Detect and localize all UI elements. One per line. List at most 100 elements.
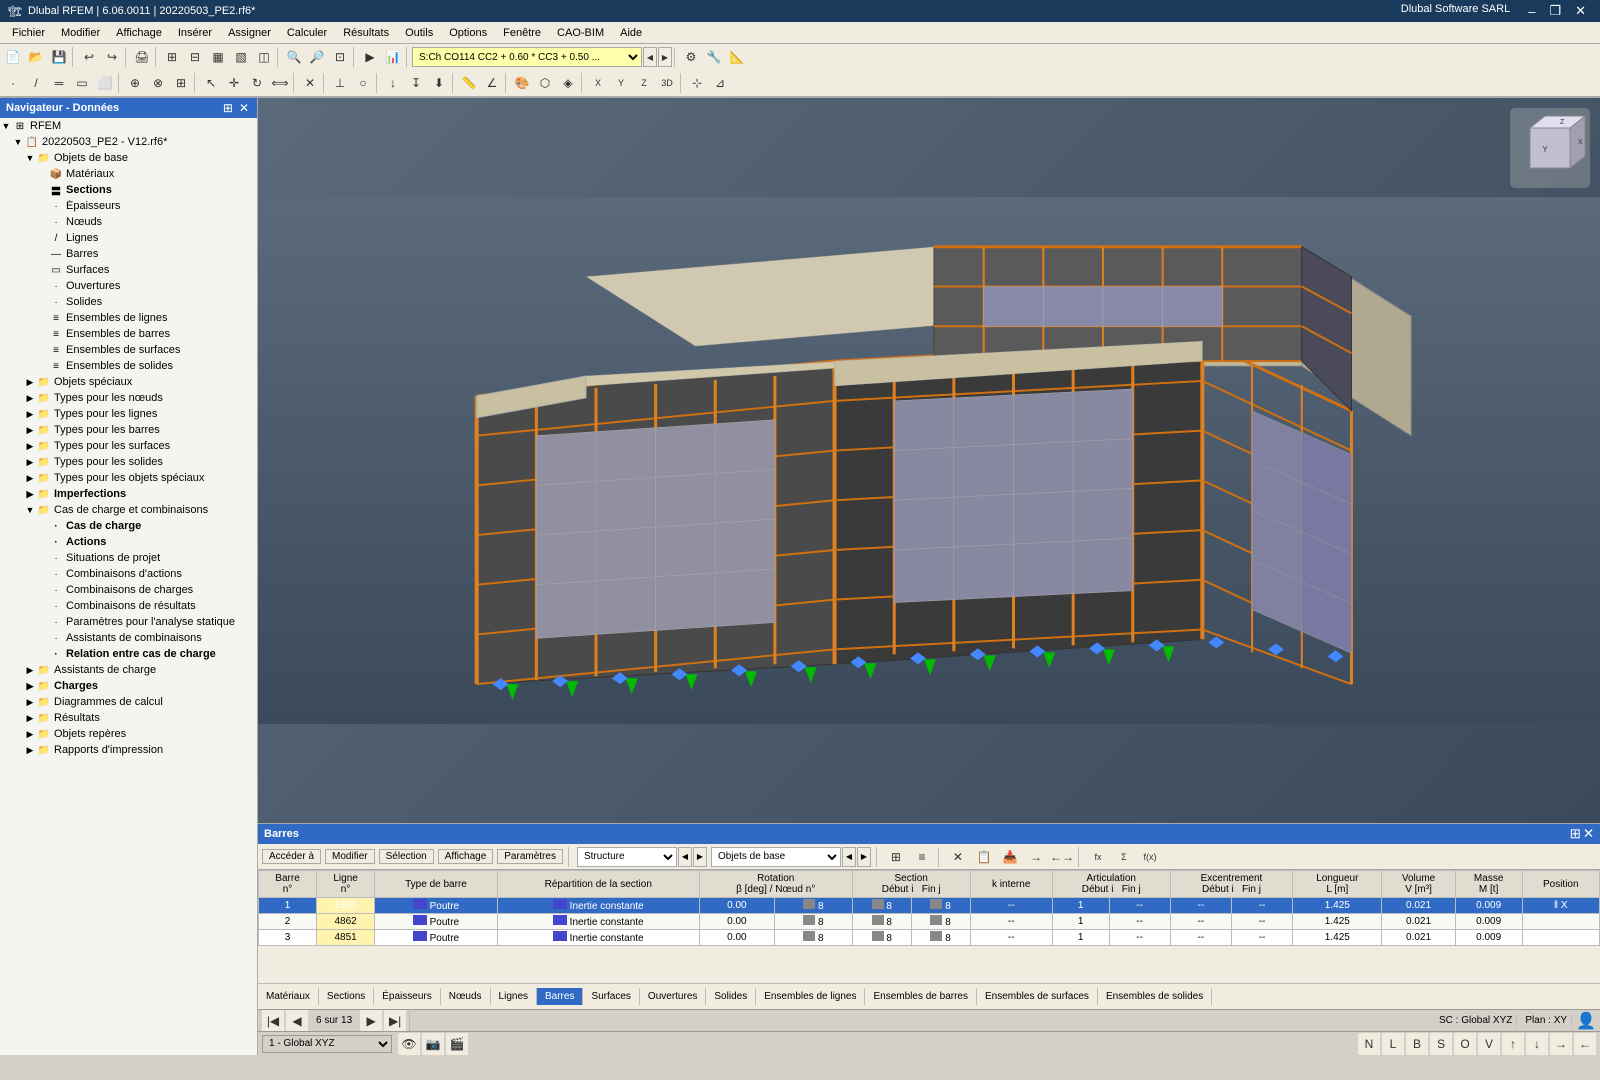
- menu-item-insérer[interactable]: Insérer: [170, 25, 220, 41]
- bot-icon8[interactable]: ↓: [1526, 1033, 1548, 1055]
- redo-btn[interactable]: ↪: [101, 46, 123, 68]
- zoom-fit[interactable]: ⊡: [329, 46, 351, 68]
- nav-item-situations-projet[interactable]: · Situations de projet: [0, 550, 257, 566]
- view-3d[interactable]: 3D: [656, 72, 678, 94]
- table-tool1[interactable]: ✕: [947, 846, 969, 868]
- bottom-tab-épaisseurs[interactable]: Épaisseurs: [374, 988, 440, 1005]
- tool2[interactable]: 🔧: [703, 46, 725, 68]
- nav-item-objets-base[interactable]: ▼ 📁 Objets de base: [0, 150, 257, 166]
- nav-item-imperfections[interactable]: ▶ 📁 Imperfections: [0, 486, 257, 502]
- load-bar-btn[interactable]: ↧: [405, 72, 427, 94]
- nav-item-types-lignes[interactable]: ▶ 📁 Types pour les lignes: [0, 406, 257, 422]
- nav-arrow-types-noeuds[interactable]: ▶: [24, 393, 36, 404]
- nav-item-types-barres[interactable]: ▶ 📁 Types pour les barres: [0, 422, 257, 438]
- nav-arrow-types-solides[interactable]: ▶: [24, 457, 36, 468]
- baseobj-prev[interactable]: ◀: [842, 847, 856, 867]
- bot-icon6[interactable]: V: [1478, 1033, 1500, 1055]
- nav-item-file[interactable]: ▼ 📋 20220503_PE2 - V12.rf6*: [0, 134, 257, 150]
- nav-item-types-speciaux[interactable]: ▶ 📁 Types pour les objets spéciaux: [0, 470, 257, 486]
- bottom-tab-lignes[interactable]: Lignes: [491, 988, 537, 1005]
- bot-icon3[interactable]: B: [1406, 1033, 1428, 1055]
- nav-arrow-imperfections[interactable]: ▶: [24, 489, 36, 500]
- struct-next[interactable]: ▶: [693, 847, 707, 867]
- nav-arrow-types-barres[interactable]: ▶: [24, 425, 36, 436]
- view-cube[interactable]: Y X Z: [1510, 108, 1590, 188]
- nav-arrow-types-speciaux[interactable]: ▶: [24, 473, 36, 484]
- menu-item-options[interactable]: Options: [441, 25, 495, 41]
- nav-item-cas-charge[interactable]: · Cas de charge: [0, 518, 257, 534]
- nav-item-ensembles-solides[interactable]: ≡ Ensembles de solides: [0, 358, 257, 374]
- next-page-btn2[interactable]: ▶|: [384, 1010, 406, 1032]
- prev-page-btn2[interactable]: ◀: [286, 1010, 308, 1032]
- nav-item-combi-resultats[interactable]: · Combinaisons de résultats: [0, 598, 257, 614]
- nav-item-materiaux[interactable]: 📦 Matériaux: [0, 166, 257, 182]
- hinge-btn[interactable]: ○: [352, 72, 374, 94]
- bot-icon4[interactable]: S: [1430, 1033, 1452, 1055]
- nav-item-rfem[interactable]: ▼ ⊞ RFEM: [0, 118, 257, 134]
- table-close-btn[interactable]: ✕: [1583, 826, 1594, 842]
- nav-arrow-rfem[interactable]: ▼: [0, 121, 12, 131]
- menu-item-assigner[interactable]: Assigner: [220, 25, 279, 41]
- transp-btn[interactable]: ◈: [557, 72, 579, 94]
- calc-btn[interactable]: ▶: [359, 46, 381, 68]
- rotate-btn[interactable]: ↻: [246, 72, 268, 94]
- nav-arrow-objets-base[interactable]: ▼: [24, 153, 36, 163]
- new-btn[interactable]: 📄: [2, 46, 24, 68]
- struct-prev[interactable]: ◀: [678, 847, 692, 867]
- line-btn[interactable]: /: [25, 72, 47, 94]
- nav-arrow-resultats[interactable]: ▶: [24, 713, 36, 724]
- tool3[interactable]: 📐: [726, 46, 748, 68]
- nav-float-btn[interactable]: ⊞: [221, 101, 235, 115]
- nav-item-sections[interactable]: 〓 Sections: [0, 182, 257, 198]
- open-btn[interactable]: 📂: [25, 46, 47, 68]
- nav-item-ensembles-barres[interactable]: ≡ Ensembles de barres: [0, 326, 257, 342]
- next-case-btn[interactable]: ▶: [658, 47, 672, 67]
- nav-item-lignes[interactable]: / Lignes: [0, 230, 257, 246]
- bot-icon7[interactable]: ↑: [1502, 1033, 1524, 1055]
- menu-item-résultats[interactable]: Résultats: [335, 25, 397, 41]
- delete-btn[interactable]: ✕: [299, 72, 321, 94]
- nav-item-solides[interactable]: · Solides: [0, 294, 257, 310]
- next-page-btn[interactable]: ▶: [360, 1010, 382, 1032]
- save-btn[interactable]: 💾: [48, 46, 70, 68]
- bar-btn[interactable]: ═: [48, 72, 70, 94]
- nav-arrow-rapports[interactable]: ▶: [24, 745, 36, 756]
- nav-item-types-surfaces[interactable]: ▶ 📁 Types pour les surfaces: [0, 438, 257, 454]
- bottom-tab-barres[interactable]: Barres: [537, 988, 583, 1005]
- close-button[interactable]: ✕: [1569, 3, 1592, 19]
- nav-item-diagrammes[interactable]: ▶ 📁 Diagrammes de calcul: [0, 694, 257, 710]
- menu-item-affichage[interactable]: Affichage: [108, 25, 170, 41]
- nav-item-relation-cas[interactable]: · Relation entre cas de charge: [0, 646, 257, 662]
- solid-btn[interactable]: ⬜: [94, 72, 116, 94]
- nav-item-barres[interactable]: — Barres: [0, 246, 257, 262]
- nav-arrow-types-surfaces[interactable]: ▶: [24, 441, 36, 452]
- bottom-tab-solides[interactable]: Solides: [706, 988, 756, 1005]
- snap3[interactable]: ⊞: [170, 72, 192, 94]
- camera-btn[interactable]: 📷: [422, 1033, 444, 1055]
- minimize-button[interactable]: –: [1522, 3, 1541, 19]
- nav-item-resultats[interactable]: ▶ 📁 Résultats: [0, 710, 257, 726]
- angle-btn[interactable]: ∠: [481, 72, 503, 94]
- nav-item-combi-charges[interactable]: · Combinaisons de charges: [0, 582, 257, 598]
- nav-item-charges[interactable]: ▶ 📁 Charges: [0, 678, 257, 694]
- load-case-combo[interactable]: S:Ch CO114 CC2 + 0.60 * CC3 + 0.50 ...: [412, 47, 642, 67]
- load-surf-btn[interactable]: ⬇: [428, 72, 450, 94]
- prev-page-btn[interactable]: |◀: [262, 1010, 284, 1032]
- modify-btn[interactable]: Modifier: [325, 849, 375, 864]
- nav-item-ouvertures[interactable]: · Ouvertures: [0, 278, 257, 294]
- view3[interactable]: ▦: [207, 46, 229, 68]
- menu-item-outils[interactable]: Outils: [397, 25, 441, 41]
- menu-item-calculer[interactable]: Calculer: [279, 25, 335, 41]
- table-float-btn[interactable]: ⊞: [1570, 826, 1581, 842]
- bottom-tab-ouvertures[interactable]: Ouvertures: [640, 988, 706, 1005]
- nav-item-epaisseurs[interactable]: · Épaisseurs: [0, 198, 257, 214]
- disp-btn[interactable]: 📏: [458, 72, 480, 94]
- baseobj-combo[interactable]: Objets de base: [711, 847, 841, 867]
- view2[interactable]: ⊟: [184, 46, 206, 68]
- bottom-tab-ensembles-de-barres[interactable]: Ensembles de barres: [865, 988, 977, 1005]
- wire-btn[interactable]: ⬡: [534, 72, 556, 94]
- nav-close-btn[interactable]: ✕: [237, 101, 251, 115]
- nav-arrow-diagrammes[interactable]: ▶: [24, 697, 36, 708]
- table-tool4[interactable]: →: [1025, 846, 1047, 868]
- filter-btn[interactable]: ⊞: [885, 846, 907, 868]
